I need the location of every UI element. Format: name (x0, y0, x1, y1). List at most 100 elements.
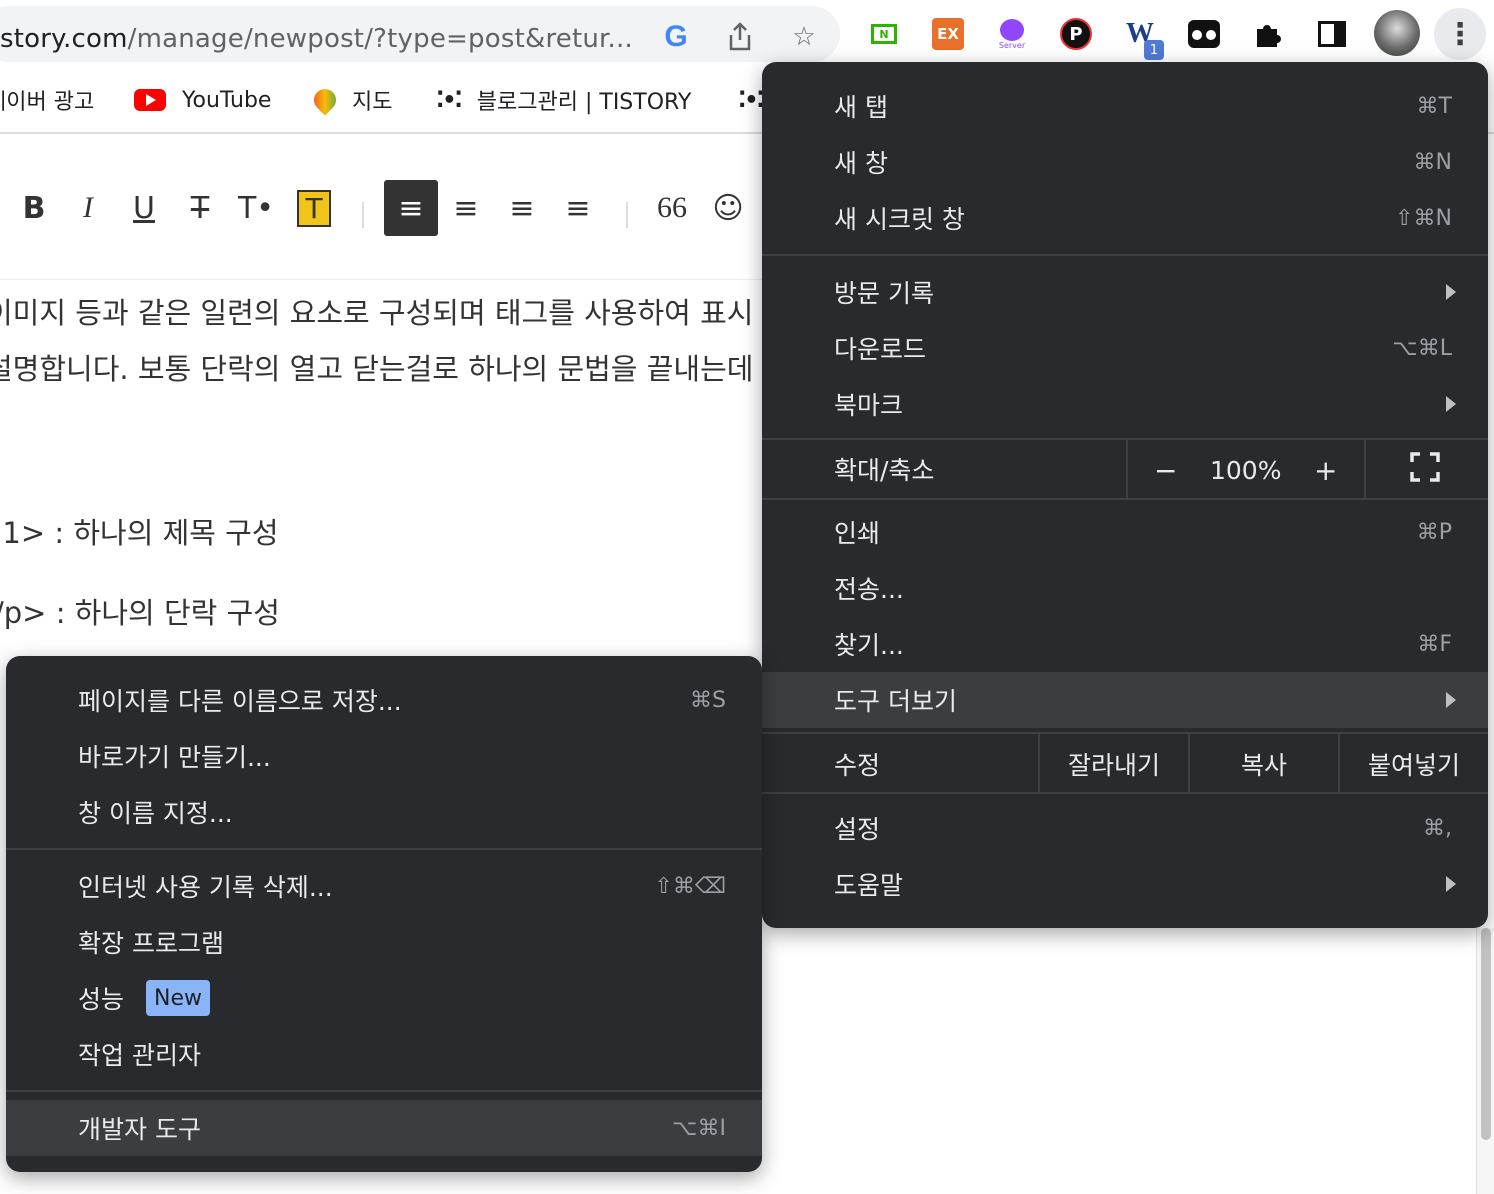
bookmark-youtube[interactable]: YouTube (134, 82, 271, 118)
menu-shortcut: ⌘T (1416, 93, 1452, 119)
menu-divider (762, 254, 1488, 256)
share-icon[interactable] (724, 21, 756, 53)
menu-label: 설정 (834, 815, 881, 844)
bookmark-label: 지도 (352, 90, 393, 115)
submenu-clear-browsing-data[interactable]: 인터넷 사용 기록 삭제... ⇧⌘⌫ (6, 858, 762, 914)
menu-zoom: 확대/축소 (762, 440, 1488, 498)
scrollbar-thumb[interactable] (1481, 928, 1491, 1140)
menu-more-tools[interactable]: 도구 더보기 (762, 672, 1488, 728)
cut-button[interactable]: 잘라내기 (1040, 734, 1188, 794)
menu-label: 북마크 (834, 391, 904, 420)
zoom-in-button[interactable]: + (1314, 454, 1337, 487)
new-badge: New (146, 980, 210, 1016)
zoom-out-button[interactable]: − (1154, 454, 1177, 487)
menu-shortcut: ⌘F (1417, 631, 1452, 657)
ext-label: Server (998, 40, 1026, 50)
menu-label: 새 창 (834, 149, 888, 178)
highlight-button[interactable]: T (288, 180, 340, 236)
content-line[interactable]: 설명합니다. 보통 단락의 열고 닫는걸로 하나의 문법을 끝내는데 (0, 346, 753, 388)
menu-label: 바로가기 만들기... (78, 743, 271, 772)
highlight-icon: T (297, 189, 331, 227)
menu-divider (762, 498, 1488, 500)
menu-bookmarks[interactable]: 북마크 (762, 376, 1488, 432)
twitch-server-ext-icon[interactable]: Server (992, 14, 1032, 54)
url-path: /manage/newpost/?type=post&retur... (127, 24, 633, 54)
scrollbar[interactable] (1476, 928, 1494, 1194)
menu-new-window[interactable]: 새 창 ⌘N (762, 134, 1488, 190)
menu-help[interactable]: 도움말 (762, 856, 1488, 912)
side-panel-icon[interactable] (1312, 14, 1352, 54)
submenu-developer-tools[interactable]: 개발자 도구 ⌥⌘I (6, 1100, 762, 1156)
menu-downloads[interactable]: 다운로드 ⌥⌘L (762, 320, 1488, 376)
menu-new-tab[interactable]: 새 탭 ⌘T (762, 78, 1488, 134)
content-line[interactable]: h1> : 하나의 제목 구성 (0, 510, 279, 552)
menu-shortcut: ⌥⌘I (672, 1115, 726, 1141)
tab-ext-icon[interactable] (1184, 14, 1224, 54)
menu-divider (6, 848, 762, 850)
submenu-task-manager[interactable]: 작업 관리자 (6, 1026, 762, 1082)
quote-button[interactable]: 66 (646, 180, 698, 236)
bookmark-maps[interactable]: 지도 (309, 82, 393, 118)
submenu-performance[interactable]: 성능 New (6, 970, 762, 1026)
bookmark-label: YouTube (182, 87, 272, 113)
submenu-save-page[interactable]: 페이지를 다른 이름으로 저장... ⌘S (6, 672, 762, 728)
emoji-button[interactable]: ☺ (702, 180, 754, 236)
submenu-arrow-icon (1446, 876, 1456, 892)
align-center-button[interactable]: ≡ (440, 180, 492, 236)
zoom-divider (1126, 440, 1128, 498)
menu-find[interactable]: 찾기... ⌘F (762, 616, 1488, 672)
menu-history[interactable]: 방문 기록 (762, 264, 1488, 320)
google-lens-icon[interactable]: G (660, 20, 692, 53)
puzzle-icon[interactable] (1248, 14, 1288, 54)
submenu-arrow-icon (1446, 692, 1456, 708)
paste-button[interactable]: 붙여넣기 (1340, 734, 1488, 794)
menu-cast[interactable]: 전송... (762, 560, 1488, 616)
align-left-button[interactable]: ≡ (384, 180, 438, 236)
align-right-button[interactable]: ≡ (496, 180, 548, 236)
youtube-icon (134, 89, 166, 111)
address-bar[interactable]: story.com/manage/newpost/?type=post&retu… (0, 6, 840, 62)
content-line[interactable]: /p> : 하나의 단락 구성 (0, 590, 280, 632)
menu-label: 확대/축소 (834, 456, 935, 485)
bookmark-star-icon[interactable]: ☆ (788, 21, 820, 53)
tistory-icon: ⁚•⁚ (436, 87, 463, 113)
toolbar-divider (626, 202, 628, 228)
menu-settings[interactable]: 설정 ⌘, (762, 800, 1488, 856)
menu-label: 도움말 (834, 871, 904, 900)
copy-button[interactable]: 복사 (1190, 734, 1338, 794)
menu-new-incognito[interactable]: 새 시크릿 창 ⇧⌘N (762, 190, 1488, 246)
bookmark-naver-ad[interactable]: 네이버 광고 (0, 82, 94, 118)
ex-ext-icon[interactable]: EX (928, 14, 968, 54)
zoom-divider (1364, 440, 1366, 498)
w-ext-icon[interactable]: W 1 (1120, 14, 1164, 60)
content-line[interactable]: 이미지 등과 같은 일련의 요소로 구성되며 태그를 사용하여 표시 (0, 290, 753, 332)
italic-button[interactable]: I (62, 180, 114, 236)
fullscreen-icon[interactable] (1410, 452, 1440, 489)
menu-label: 도구 더보기 (834, 687, 957, 716)
text-color-button[interactable]: T• (230, 180, 282, 236)
more-menu-icon[interactable]: ⋮ (1434, 8, 1486, 60)
underline-button[interactable]: U (118, 180, 170, 236)
strikethrough-button[interactable]: T (174, 180, 226, 236)
submenu-arrow-icon (1446, 284, 1456, 300)
tistory-icon[interactable]: ⁚•⁚ (738, 82, 765, 118)
menu-print[interactable]: 인쇄 ⌘P (762, 504, 1488, 560)
naver-ext-icon[interactable]: N (864, 14, 904, 54)
menu-label: 인터넷 사용 기록 삭제... (78, 873, 333, 902)
menu-divider (762, 792, 1488, 794)
bookmark-tistory[interactable]: ⁚•⁚ 블로그관리 | TISTORY (436, 82, 691, 118)
profile-avatar[interactable] (1374, 10, 1420, 56)
p-ext-icon[interactable]: P (1056, 14, 1096, 54)
menu-label: 페이지를 다른 이름으로 저장... (78, 687, 402, 716)
toolbar-divider (362, 202, 364, 228)
submenu-extensions[interactable]: 확장 프로그램 (6, 914, 762, 970)
menu-label: 창 이름 지정... (78, 799, 233, 828)
bold-button[interactable]: B (8, 180, 60, 236)
submenu-create-shortcut[interactable]: 바로가기 만들기... (6, 728, 762, 784)
editor-toolbar: B I U T T• T ≡ ≡ ≡ ≡ 66 ☺ (0, 136, 780, 280)
url-text[interactable]: story.com/manage/newpost/?type=post&retu… (0, 24, 633, 54)
submenu-arrow-icon (1446, 396, 1456, 412)
align-justify-button[interactable]: ≡ (552, 180, 604, 236)
menu-label: 작업 관리자 (78, 1041, 201, 1070)
submenu-name-window[interactable]: 창 이름 지정... (6, 784, 762, 840)
